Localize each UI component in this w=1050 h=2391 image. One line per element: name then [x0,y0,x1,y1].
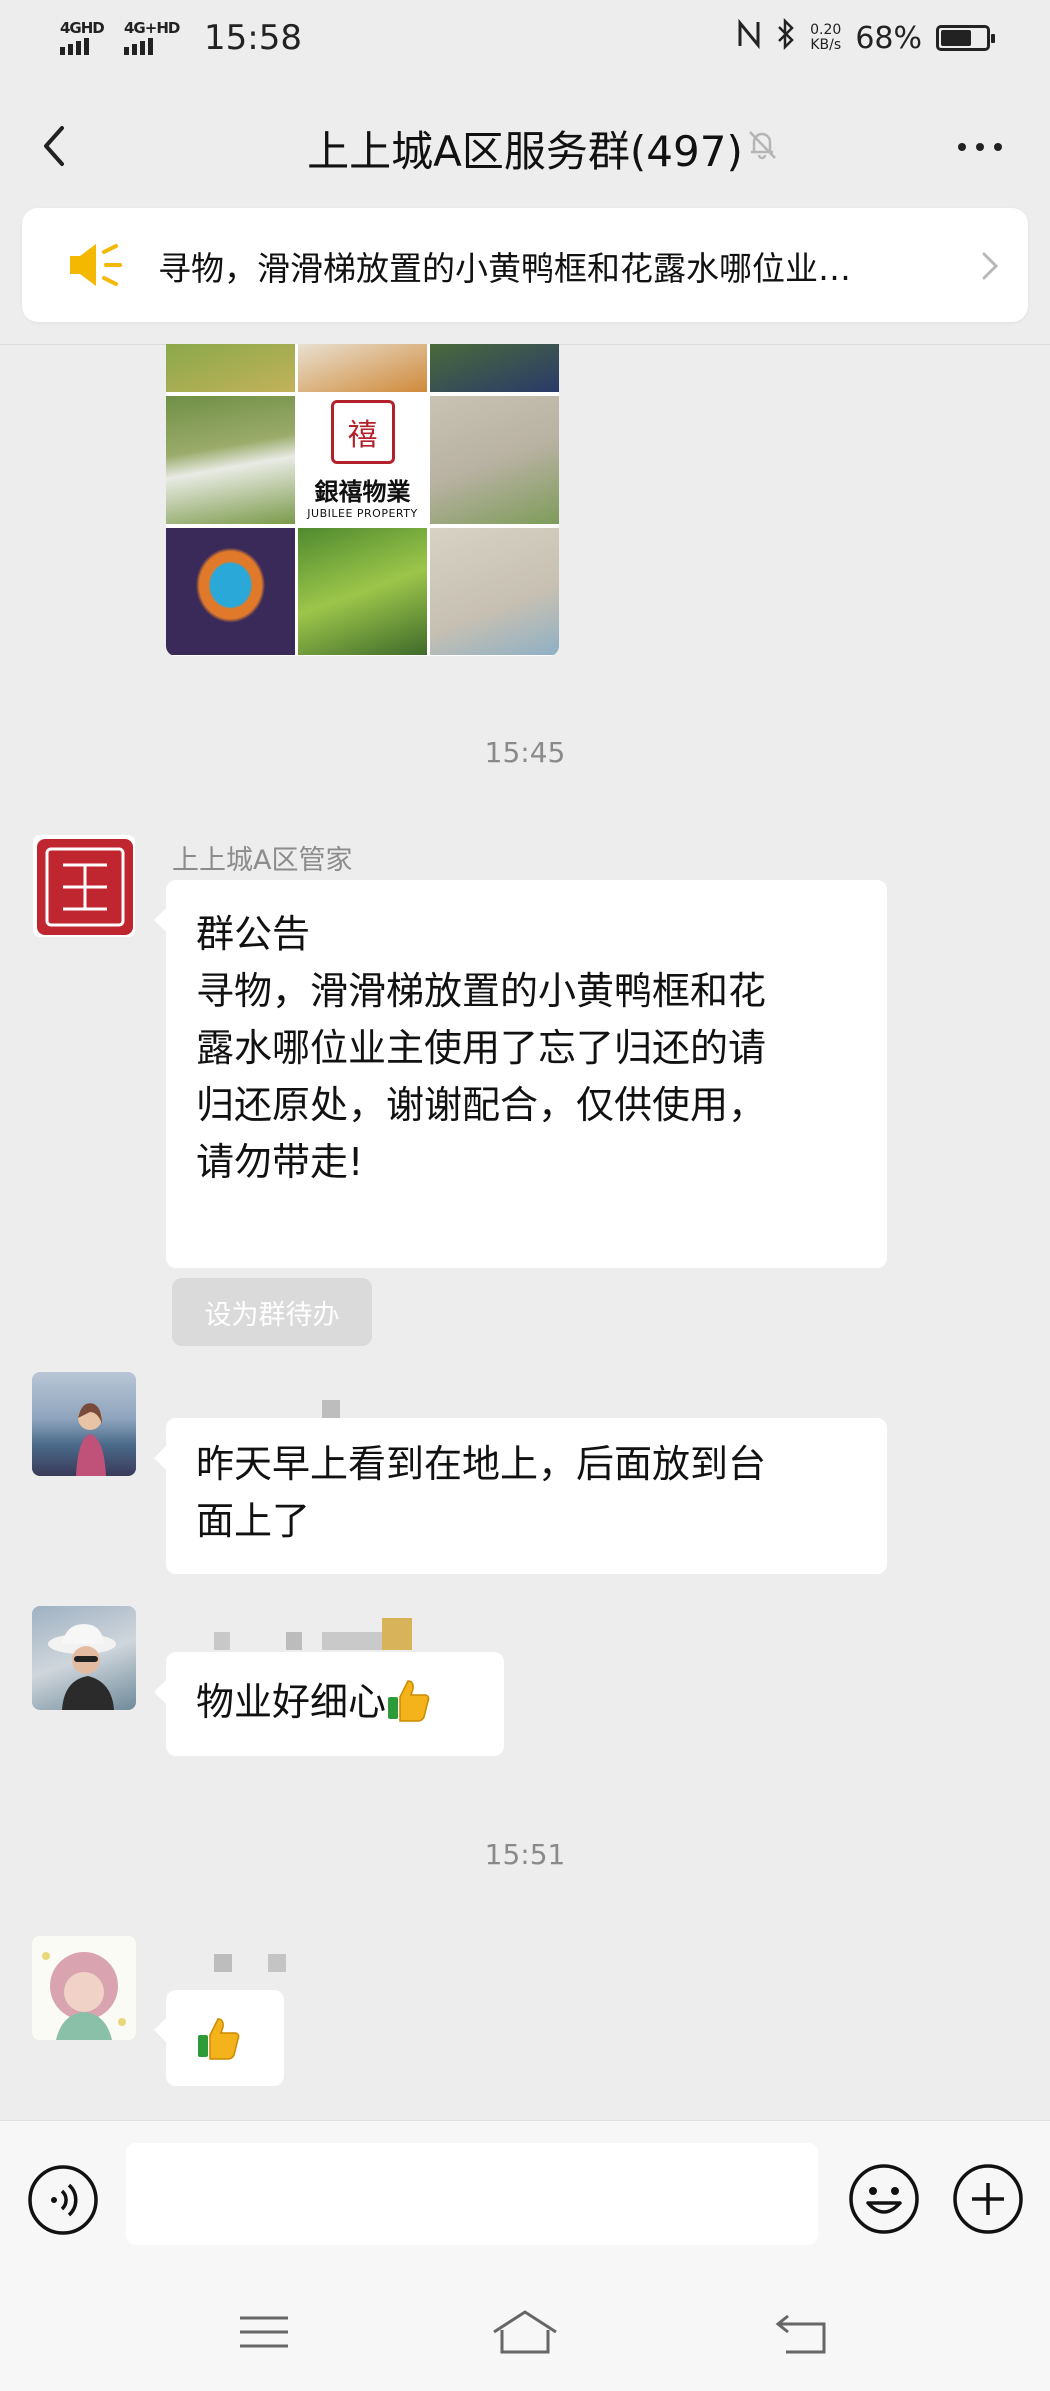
photo-thumbnail[interactable] [430,396,559,524]
avatar[interactable] [32,834,136,938]
more-dots-icon[interactable] [950,132,1010,162]
avatar[interactable] [32,1606,136,1710]
blurred-sender-name [382,1618,412,1650]
message-line: 归还原处，谢谢配合，仅供使用， [196,1083,767,1127]
announcement-text: 寻物，滑滑梯放置的小黄鸭框和花露水哪位业… [158,249,851,288]
back-nav-icon[interactable] [772,2308,832,2358]
timestamp: 15:45 [484,736,566,769]
bell-off-icon [742,124,782,164]
message-line: 昨天早上看到在地上，后面放到台 [196,1442,767,1486]
menu-icon[interactable] [234,2308,294,2358]
sim2-signal-icon: 4G+HD [124,19,180,57]
thumbs-up-emoji-icon [388,1680,430,1722]
set-group-todo-button[interactable]: 设为群待办 [172,1278,372,1346]
speaker-icon [66,238,126,292]
photo-thumbnail[interactable] [298,344,427,392]
message-bubble[interactable] [154,1990,284,2086]
sim1-signal-icon: 4GHD [60,19,106,57]
photo-thumbnail[interactable] [430,528,559,655]
home-icon[interactable] [490,2308,560,2358]
net-speed-unit: KB/s [810,37,842,53]
avatar-photo [42,1952,126,2040]
message-bubble[interactable]: 群公告 寻物，滑滑梯放置的小黄鸭框和花 露水哪位业主使用了忘了归还的请 归还原处… [154,880,887,1268]
message-bubble[interactable]: 昨天早上看到在地上，后面放到台 面上了 [154,1418,887,1574]
blurred-sender-name [268,1954,286,1972]
blurred-sender-name [322,1400,340,1418]
blurred-sender-name [322,1632,382,1650]
voice-icon[interactable] [26,2163,100,2237]
avatar-photo [76,1403,106,1476]
photo-thumbnail[interactable] [166,344,295,392]
sim2-label: 4G+HD [124,19,180,37]
chat-header: 上上城A区服务群(497) [0,80,1050,210]
input-bar [0,2120,1050,2271]
status-bar: 4GHD 4G+HD 15:58 0.20 KB/s 68% [0,0,1050,80]
avatar[interactable] [32,1372,136,1476]
battery-percent: 68% [855,20,922,56]
logo-text: 銀禧物業 [314,477,411,506]
blurred-sender-name [214,1632,230,1650]
photo-thumbnail[interactable] [430,344,559,392]
avatar[interactable] [32,1936,136,2040]
timestamp: 15:51 [484,1838,566,1871]
property-logo[interactable]: 禧 銀禧物業 JUBILEE PROPERTY [298,396,427,524]
message-bubble[interactable]: 物业好细心 [154,1652,504,1756]
message-text: 物业好细心 [196,1680,387,1724]
plus-icon[interactable] [950,2161,1026,2237]
status-time: 15:58 [204,18,302,58]
net-speed: 0.20 KB/s [810,23,841,53]
net-speed-value: 0.20 [810,22,842,38]
bluetooth-icon [776,17,796,58]
sender-name: 上上城A区管家 [172,845,353,876]
message-line: 请勿带走! [196,1140,364,1184]
pinned-announcement[interactable]: 寻物，滑滑梯放置的小黄鸭框和花露水哪位业… [22,208,1028,322]
message-line: 露水哪位业主使用了忘了归还的请 [196,1026,767,1070]
avatar-photo [48,1624,116,1710]
system-navigation-bar [0,2270,1050,2391]
message-line: 面上了 [196,1499,311,1543]
photo-thumbnail[interactable] [166,528,295,655]
photo-thumbnail[interactable] [298,528,427,655]
message-input[interactable] [126,2143,818,2245]
thumbs-up-emoji-icon [198,2018,240,2060]
sim1-label: 4GHD [60,19,105,37]
nfc-icon [736,18,762,57]
message-line: 群公告 [196,912,311,956]
message-line: 寻物，滑滑梯放置的小黄鸭框和花 [196,969,767,1013]
logo-subtext: JUBILEE PROPERTY [307,507,418,520]
photo-thumbnail[interactable] [166,396,295,524]
chevron-right-icon [978,246,1002,286]
blurred-sender-name [286,1632,302,1650]
seal-logo-icon [37,839,133,935]
battery-icon [936,25,995,51]
emoji-icon[interactable] [846,2161,922,2237]
seal-logo-icon: 禧 [330,400,395,464]
image-message[interactable]: 禧 銀禧物業 JUBILEE PROPERTY [166,344,559,656]
blurred-sender-name [214,1954,232,1972]
chat-title: 上上城A区服务群(497) [307,127,743,176]
